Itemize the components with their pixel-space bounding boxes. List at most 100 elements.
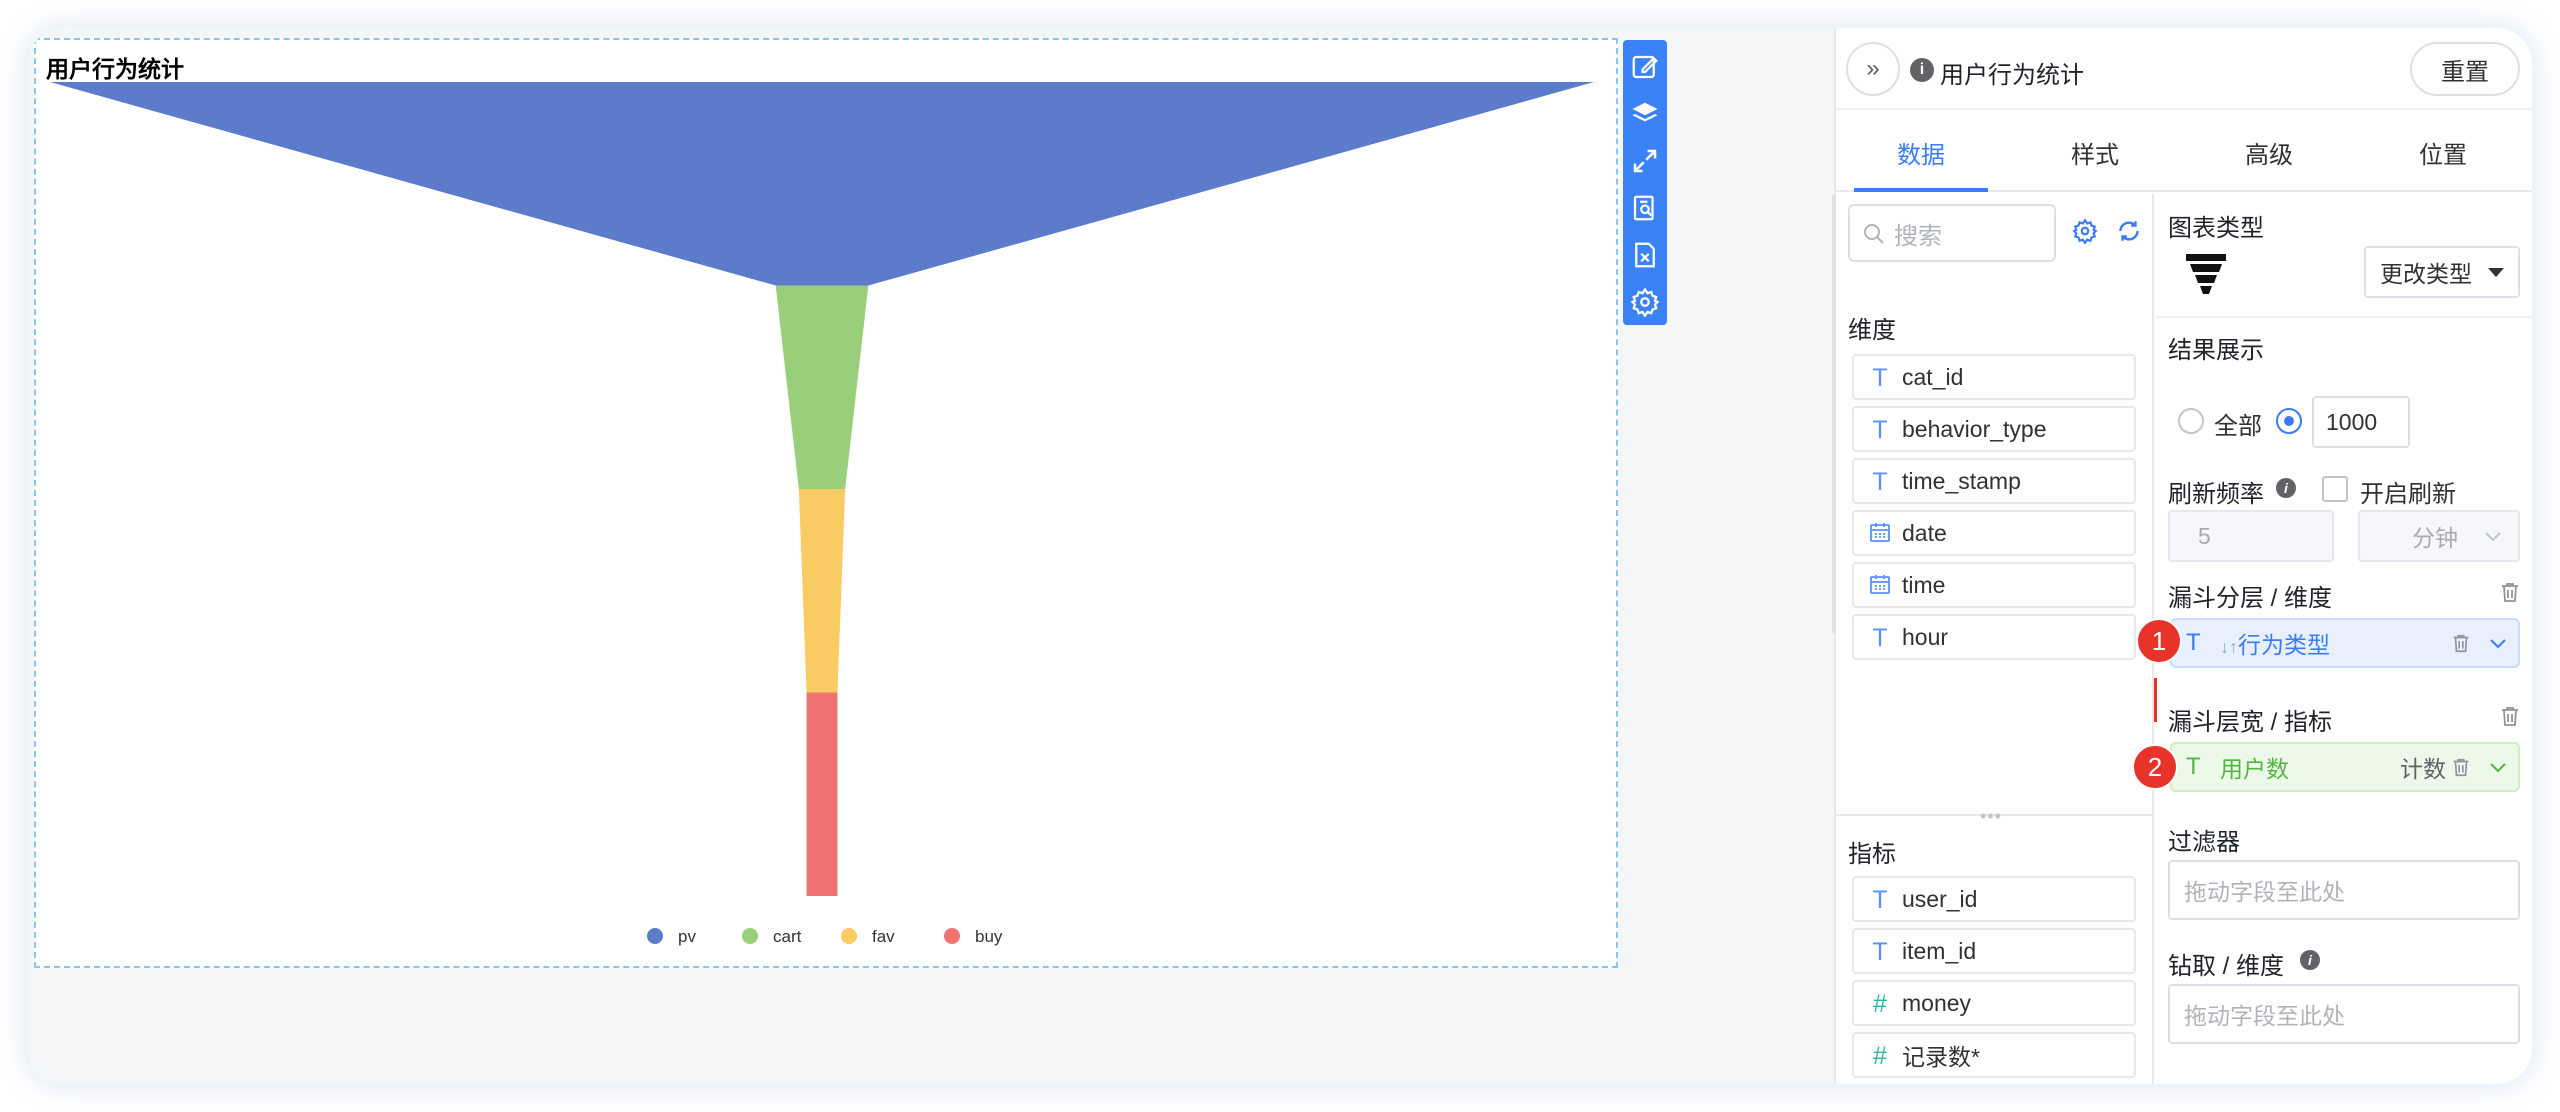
text-type-icon: T bbox=[2186, 753, 2201, 780]
change-type-dropdown[interactable]: 更改类型 bbox=[2364, 246, 2520, 298]
result-all-radio[interactable] bbox=[2178, 408, 2204, 434]
close-doc-icon[interactable] bbox=[1623, 231, 1667, 278]
text-type-icon: T bbox=[1872, 624, 1888, 652]
field-search-input[interactable]: 搜索 bbox=[1848, 204, 2056, 262]
annotation-badge-2: 2 bbox=[2132, 744, 2178, 790]
result-count-value: 1000 bbox=[2326, 408, 2378, 435]
legend-label-fav[interactable]: fav bbox=[872, 927, 895, 946]
reset-button[interactable]: 重置 bbox=[2410, 42, 2520, 96]
chevron-down-icon[interactable] bbox=[2488, 758, 2508, 778]
legend-marker-buy[interactable] bbox=[944, 928, 960, 944]
enable-refresh-checkbox[interactable] bbox=[2322, 476, 2348, 502]
number-type-icon: # bbox=[1873, 990, 1887, 1018]
result-count-input[interactable]: 1000 bbox=[2312, 396, 2410, 448]
chevron-down-icon[interactable] bbox=[2488, 634, 2508, 654]
dimension-item[interactable]: Tbehavior_type bbox=[1852, 406, 2136, 452]
chart-toolbar bbox=[1623, 40, 1667, 325]
metric-item[interactable]: # money bbox=[1852, 980, 2136, 1026]
text-type-icon: T bbox=[2186, 629, 2201, 656]
tab-style[interactable]: 样式 bbox=[2030, 112, 2160, 192]
chart-type-label: 图表类型 bbox=[2168, 215, 2264, 242]
chevron-down-icon bbox=[2485, 532, 2501, 542]
refresh-unit-select[interactable]: 分钟 bbox=[2358, 510, 2520, 562]
trash-icon[interactable] bbox=[2450, 756, 2472, 778]
funnel-width-field: 用户数 bbox=[2220, 756, 2289, 782]
gear-icon[interactable] bbox=[1623, 278, 1667, 325]
calendar-icon bbox=[1866, 572, 1894, 600]
expand-icon[interactable] bbox=[1623, 138, 1667, 185]
metric-name: 记录数* bbox=[1902, 1044, 1980, 1070]
dimension-name: behavior_type bbox=[1902, 415, 2047, 442]
dimension-item[interactable]: date bbox=[1852, 510, 2136, 556]
metric-name: item_id bbox=[1902, 937, 1977, 964]
dimension-label: 维度 bbox=[1848, 317, 1896, 344]
metric-item[interactable]: # 记录数* bbox=[1852, 1032, 2136, 1078]
drill-drop-zone[interactable]: 拖动字段至此处 bbox=[2168, 984, 2520, 1044]
dimension-item[interactable]: Tcat_id bbox=[1852, 354, 2136, 400]
funnel-layer-field-pill[interactable]: T ↓↑行为类型 bbox=[2170, 618, 2520, 668]
dimension-item[interactable]: time bbox=[1852, 562, 2136, 608]
chart-container[interactable]: pv cart fav buy 用户行为统计 bbox=[34, 38, 1618, 968]
tab-position[interactable]: 位置 bbox=[2378, 112, 2508, 192]
funnel-width-label: 漏斗层宽 / 指标 bbox=[2168, 709, 2333, 736]
result-count-radio[interactable] bbox=[2276, 408, 2302, 434]
text-type-icon: T bbox=[1872, 416, 1888, 444]
metric-name: user_id bbox=[1902, 885, 1978, 912]
funnel-layer-buy[interactable] bbox=[806, 692, 838, 897]
filter-placeholder: 拖动字段至此处 bbox=[2184, 879, 2345, 905]
funnel-layer-fav[interactable] bbox=[798, 489, 846, 693]
dimension-name: date bbox=[1902, 519, 1947, 546]
edit-icon[interactable] bbox=[1623, 44, 1667, 91]
tab-data[interactable]: 数据 bbox=[1856, 112, 1986, 192]
double-chevron-right-icon: » bbox=[1866, 55, 1880, 82]
change-type-label: 更改类型 bbox=[2380, 261, 2472, 287]
search-icon bbox=[1864, 224, 1884, 244]
dimension-name: time bbox=[1902, 571, 1946, 598]
funnel-width-field-pill[interactable]: T 用户数 计数 bbox=[2170, 742, 2520, 792]
info-icon: i bbox=[1910, 58, 1934, 82]
refresh-value-input[interactable]: 5 bbox=[2168, 510, 2334, 562]
resize-handle[interactable]: ••• bbox=[1980, 806, 2002, 827]
text-type-icon: T bbox=[1872, 468, 1888, 496]
canvas-area: pv cart fav buy 用户行为统计 bbox=[28, 28, 1834, 1084]
trash-icon[interactable] bbox=[2498, 704, 2522, 728]
panel-tabs: 数据 样式 高级 位置 bbox=[1836, 112, 2532, 192]
refresh-icon[interactable] bbox=[2116, 218, 2142, 244]
enable-refresh-label: 开启刷新 bbox=[2360, 481, 2456, 508]
funnel-layer-label: 漏斗分层 / 维度 bbox=[2168, 585, 2333, 612]
metric-item[interactable]: Tuser_id bbox=[1852, 876, 2136, 922]
legend-label-buy[interactable]: buy bbox=[975, 927, 1003, 946]
help-icon: i bbox=[2276, 478, 2296, 498]
tab-advanced[interactable]: 高级 bbox=[2204, 112, 2334, 192]
field-settings-icon[interactable] bbox=[2072, 218, 2098, 244]
dimension-item[interactable]: Ttime_stamp bbox=[1852, 458, 2136, 504]
legend-marker-cart[interactable] bbox=[742, 928, 758, 944]
metric-item[interactable]: Titem_id bbox=[1852, 928, 2136, 974]
layers-icon[interactable] bbox=[1623, 91, 1667, 138]
calendar-icon bbox=[1866, 520, 1894, 548]
trash-icon[interactable] bbox=[2498, 580, 2522, 604]
properties-panel: » i 用户行为统计 重置 数据 样式 高级 位置 搜索 维度 Tcat_id T… bbox=[1832, 28, 2532, 1084]
dimension-item[interactable]: Thour bbox=[1852, 614, 2136, 660]
search-doc-icon[interactable] bbox=[1623, 184, 1667, 231]
annotation-badge-1: 1 bbox=[2136, 618, 2182, 664]
panel-header: » i 用户行为统计 重置 bbox=[1836, 28, 2532, 110]
funnel-layer-cart[interactable] bbox=[775, 285, 869, 490]
help-icon: i bbox=[2300, 950, 2320, 970]
drill-placeholder: 拖动字段至此处 bbox=[2184, 1003, 2345, 1029]
dimension-name: hour bbox=[1902, 623, 1949, 650]
field-list-scrollbar[interactable] bbox=[1832, 194, 1836, 634]
legend-label-pv[interactable]: pv bbox=[678, 927, 696, 946]
collapse-panel-button[interactable]: » bbox=[1846, 42, 1900, 96]
trash-icon[interactable] bbox=[2450, 632, 2472, 654]
funnel-layer-pv[interactable] bbox=[50, 82, 1594, 286]
legend-label-cart[interactable]: cart bbox=[773, 927, 802, 946]
legend-marker-fav[interactable] bbox=[841, 928, 857, 944]
filter-drop-zone[interactable]: 拖动字段至此处 bbox=[2168, 860, 2520, 920]
legend-marker-pv[interactable] bbox=[647, 928, 663, 944]
metric-label: 指标 bbox=[1848, 841, 1896, 868]
sort-icon: ↓↑ bbox=[2220, 637, 2238, 657]
chart-title: 用户行为统计 bbox=[46, 56, 184, 82]
text-type-icon: T bbox=[1872, 364, 1888, 392]
chart-settings: 图表类型 更改类型 结果展示 全部 1000 刷新频率 i 开启刷新 5 分钟 … bbox=[2132, 194, 2532, 1084]
